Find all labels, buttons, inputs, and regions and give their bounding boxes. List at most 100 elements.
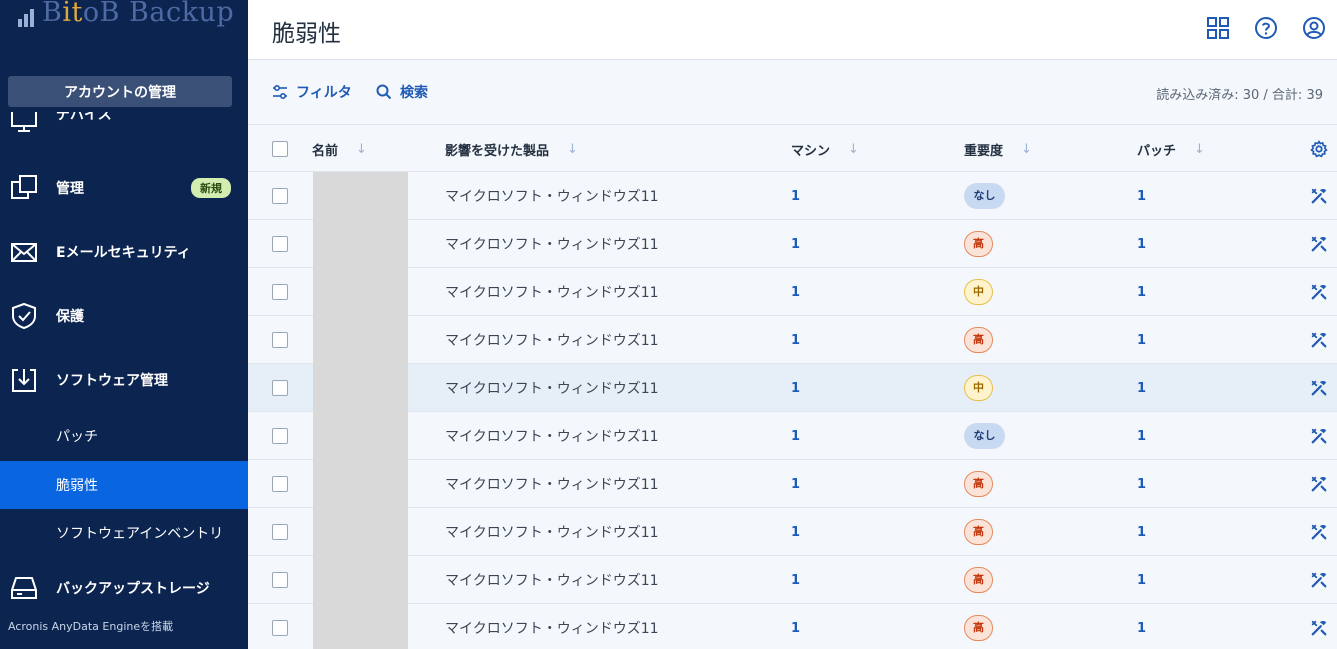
product-cell: マイクロソフト・ウィンドウズ11 bbox=[445, 285, 659, 301]
select-all-checkbox[interactable] bbox=[272, 141, 288, 157]
severity-cell: なし bbox=[964, 172, 1005, 220]
remediate-icon[interactable] bbox=[1310, 235, 1328, 253]
table-row[interactable]: マイクロソフト・ウィンドウズ11 1 中 1 bbox=[248, 268, 1337, 316]
account-icon[interactable] bbox=[1302, 16, 1326, 40]
sidebar-subitem-software-inventory[interactable]: ソフトウェアインベントリ bbox=[0, 509, 248, 557]
severity-cell: 中 bbox=[964, 268, 993, 316]
table-row[interactable]: マイクロソフト・ウィンドウズ11 1 中 1 bbox=[248, 364, 1337, 412]
severity-badge: 高 bbox=[964, 519, 993, 545]
patches-link[interactable]: 1 bbox=[1137, 460, 1146, 508]
machines-link[interactable]: 1 bbox=[791, 172, 800, 220]
sidebar-item-devices[interactable]: デバイス bbox=[0, 112, 248, 136]
patches-link[interactable]: 1 bbox=[1137, 364, 1146, 412]
machines-link[interactable]: 1 bbox=[791, 412, 800, 460]
column-header-name[interactable]: 名前 ↓ bbox=[312, 125, 367, 173]
redacted-name bbox=[313, 556, 408, 604]
column-header-product[interactable]: 影響を受けた製品 ↓ bbox=[445, 125, 578, 173]
product-cell: マイクロソフト・ウィンドウズ11 bbox=[445, 429, 659, 445]
severity-badge: 中 bbox=[964, 279, 993, 305]
remediate-icon[interactable] bbox=[1310, 379, 1328, 397]
sort-arrow-icon: ↓ bbox=[567, 141, 578, 157]
severity-cell: 高 bbox=[964, 460, 993, 508]
sidebar-subitem-vulnerabilities[interactable]: 脆弱性 bbox=[0, 461, 248, 509]
patches-link[interactable]: 1 bbox=[1137, 556, 1146, 604]
patches-link[interactable]: 1 bbox=[1137, 508, 1146, 556]
row-checkbox[interactable] bbox=[272, 524, 288, 540]
sidebar-item-email-security[interactable]: Eメールセキュリティ bbox=[0, 220, 248, 284]
sidebar-item-backup-storage[interactable]: バックアップストレージ bbox=[0, 556, 248, 620]
machines-link[interactable]: 1 bbox=[791, 220, 800, 268]
patches-link[interactable]: 1 bbox=[1137, 172, 1146, 220]
column-header-machines[interactable]: マシン ↓ bbox=[791, 125, 859, 173]
sort-arrow-icon: ↓ bbox=[1194, 141, 1205, 157]
search-button[interactable]: 検索 bbox=[376, 82, 428, 102]
grid-icon[interactable] bbox=[1206, 16, 1230, 40]
account-management-button[interactable]: アカウントの管理 bbox=[8, 76, 232, 107]
sort-arrow-icon: ↓ bbox=[1021, 141, 1032, 157]
row-checkbox[interactable] bbox=[272, 428, 288, 444]
row-checkbox[interactable] bbox=[272, 236, 288, 252]
new-badge: 新規 bbox=[191, 178, 231, 198]
table-row[interactable]: マイクロソフト・ウィンドウズ11 1 なし 1 bbox=[248, 412, 1337, 460]
remediate-icon[interactable] bbox=[1310, 427, 1328, 445]
machines-link[interactable]: 1 bbox=[791, 268, 800, 316]
machines-link[interactable]: 1 bbox=[791, 508, 800, 556]
table-row[interactable]: マイクロソフト・ウィンドウズ11 1 高 1 bbox=[248, 556, 1337, 604]
severity-badge: なし bbox=[964, 183, 1005, 209]
help-icon[interactable] bbox=[1254, 16, 1278, 40]
row-checkbox[interactable] bbox=[272, 620, 288, 636]
filter-label: フィルタ bbox=[296, 85, 352, 101]
row-checkbox[interactable] bbox=[272, 188, 288, 204]
logo-bars-icon bbox=[18, 7, 34, 27]
table-row[interactable]: マイクロソフト・ウィンドウズ11 1 高 1 bbox=[248, 460, 1337, 508]
remediate-icon[interactable] bbox=[1310, 331, 1328, 349]
row-checkbox[interactable] bbox=[272, 572, 288, 588]
gear-icon[interactable] bbox=[1310, 140, 1328, 158]
product-cell: マイクロソフト・ウィンドウズ11 bbox=[445, 621, 659, 637]
patches-link[interactable]: 1 bbox=[1137, 604, 1146, 649]
sidebar-item-protection[interactable]: 保護 bbox=[0, 284, 248, 348]
row-checkbox[interactable] bbox=[272, 476, 288, 492]
table-row[interactable]: マイクロソフト・ウィンドウズ11 1 高 1 bbox=[248, 220, 1337, 268]
table-row[interactable]: マイクロソフト・ウィンドウズ11 1 高 1 bbox=[248, 604, 1337, 649]
remediate-icon[interactable] bbox=[1310, 619, 1328, 637]
sidebar-item-label: 管理 bbox=[56, 181, 84, 197]
sidebar-subitem-patches[interactable]: パッチ bbox=[0, 412, 248, 460]
remediate-icon[interactable] bbox=[1310, 475, 1328, 493]
column-header-patches[interactable]: パッチ ↓ bbox=[1137, 125, 1205, 173]
row-checkbox[interactable] bbox=[272, 284, 288, 300]
table-row[interactable]: マイクロソフト・ウィンドウズ11 1 なし 1 bbox=[248, 172, 1337, 220]
machines-link[interactable]: 1 bbox=[791, 364, 800, 412]
column-header-severity[interactable]: 重要度 ↓ bbox=[964, 125, 1032, 173]
logo-text: BitoB Backup bbox=[42, 0, 235, 28]
row-checkbox[interactable] bbox=[272, 332, 288, 348]
table-row[interactable]: マイクロソフト・ウィンドウズ11 1 高 1 bbox=[248, 508, 1337, 556]
patches-link[interactable]: 1 bbox=[1137, 316, 1146, 364]
redacted-name bbox=[313, 604, 408, 649]
machines-link[interactable]: 1 bbox=[791, 604, 800, 649]
remediate-icon[interactable] bbox=[1310, 571, 1328, 589]
row-checkbox[interactable] bbox=[272, 380, 288, 396]
remediate-icon[interactable] bbox=[1310, 283, 1328, 301]
remediate-icon[interactable] bbox=[1310, 187, 1328, 205]
redacted-name bbox=[313, 316, 408, 364]
page-title: 脆弱性 bbox=[272, 21, 341, 47]
redacted-name bbox=[313, 268, 408, 316]
remediate-icon[interactable] bbox=[1310, 523, 1328, 541]
envelope-icon bbox=[11, 243, 37, 262]
sidebar-item-management[interactable]: 管理 新規 bbox=[0, 156, 248, 220]
sidebar-item-software-management[interactable]: ソフトウェア管理 bbox=[0, 348, 248, 412]
redacted-name bbox=[313, 460, 408, 508]
patches-link[interactable]: 1 bbox=[1137, 412, 1146, 460]
machines-link[interactable]: 1 bbox=[791, 556, 800, 604]
machines-link[interactable]: 1 bbox=[791, 460, 800, 508]
filter-button[interactable]: フィルタ bbox=[272, 82, 352, 102]
monitor-icon bbox=[11, 112, 37, 132]
filter-sliders-icon bbox=[273, 84, 287, 100]
table-row[interactable]: マイクロソフト・ウィンドウズ11 1 高 1 bbox=[248, 316, 1337, 364]
severity-cell: 中 bbox=[964, 364, 993, 412]
patches-link[interactable]: 1 bbox=[1137, 220, 1146, 268]
severity-cell: 高 bbox=[964, 220, 993, 268]
patches-link[interactable]: 1 bbox=[1137, 268, 1146, 316]
machines-link[interactable]: 1 bbox=[791, 316, 800, 364]
